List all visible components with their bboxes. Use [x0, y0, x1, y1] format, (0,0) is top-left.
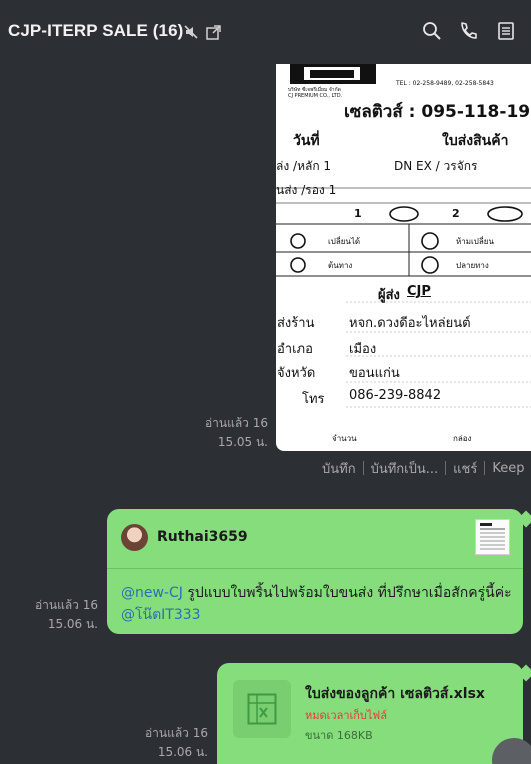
slip-shop-label: ส่งร้าน: [277, 316, 315, 331]
mention-link[interactable]: @new-CJ: [121, 585, 183, 601]
file-expired-status: หมดเวลาเก็บไฟล์: [305, 709, 387, 722]
save-as-button[interactable]: บันทึกเป็น...: [371, 458, 439, 479]
divider: [445, 461, 447, 475]
file-read-meta: อ่านแล้ว 16 15.06 น.: [145, 724, 208, 762]
read-count: อ่านแล้ว 16: [144, 726, 208, 740]
timestamp: 15.06 น.: [157, 745, 208, 759]
slip-tel: TEL : 02-258-9489, 02-258-5843: [396, 80, 494, 87]
read-count: อ่านแล้ว 16: [204, 416, 268, 430]
slip-count-1: 1: [354, 207, 362, 220]
divider: [362, 461, 364, 475]
slip-date-label: วันที่: [293, 133, 320, 149]
popout-icon[interactable]: [202, 21, 224, 43]
slip-count-2: 2: [452, 207, 460, 220]
mention-link[interactable]: @โน๊ตIT333: [121, 607, 201, 623]
slip-main-route-label: ล่ง /หลัก 1: [276, 159, 332, 173]
slip-opt-origin: ต้นทาง: [328, 261, 353, 270]
slip-brand-en: CJ PREMIUM CO., LTD.: [288, 93, 343, 99]
slip-district-label: อำเภอ: [277, 342, 313, 357]
slip-sales-line: เซลติวส์ : 095-118-199: [344, 102, 531, 122]
slip-district-value: เมือง: [349, 342, 377, 357]
timestamp: 15.05 น.: [217, 435, 268, 449]
slip-doc-title: ใบส่งสินค้า: [442, 133, 509, 149]
search-icon[interactable]: [421, 20, 443, 42]
slip-sender-label: ผู้ส่ง: [378, 288, 400, 303]
slip-phone-value: 086-239-8842: [349, 388, 442, 403]
slip-unit-label: กล่อง: [453, 434, 472, 443]
file-size: ขนาด 168KB: [305, 729, 373, 742]
reply-quote[interactable]: Ruthai3659: [107, 509, 523, 569]
chat-header: CJP-ITERP SALE (16): [0, 0, 531, 62]
image-message[interactable]: TEL : 02-258-9489, 02-258-5843 บริษัท ซี…: [276, 64, 531, 451]
mute-icon[interactable]: [180, 21, 202, 43]
save-button[interactable]: บันทึก: [322, 458, 356, 479]
file-name[interactable]: ใบส่งของลูกค้า เซลติวส์.xlsx: [305, 683, 485, 705]
share-button[interactable]: แชร์: [453, 458, 477, 479]
slip-sub-route-label: นส่ง /รอง 1: [276, 183, 337, 197]
slip-phone-label: โทร: [302, 392, 325, 407]
notes-icon[interactable]: [495, 20, 517, 42]
slip-opt-destination: ปลายทาง: [456, 261, 489, 270]
chat-title[interactable]: CJP-ITERP SALE (16): [8, 21, 183, 41]
reply-read-meta: อ่านแล้ว 16 15.06 น.: [35, 596, 98, 634]
slip-shop-value: หจก.ดวงดีอะไหล่ยนต์: [349, 316, 471, 331]
excel-file-icon[interactable]: [233, 680, 291, 738]
divider: [484, 461, 486, 475]
timestamp: 15.06 น.: [47, 617, 98, 631]
thumbnail-image-icon: [480, 523, 505, 550]
read-count: อ่านแล้ว 16: [34, 598, 98, 612]
call-icon[interactable]: [457, 20, 479, 42]
message-text: @new-CJ รูปแบบใบพริ้นไปพร้อมใบขนส่ง ที่ป…: [121, 582, 517, 626]
slip-qty-label: จำนวน: [332, 434, 357, 443]
image-action-bar: บันทึก บันทึกเป็น... แชร์ Keep: [322, 458, 524, 478]
file-message-bubble[interactable]: ใบส่งของลูกค้า เซลติวส์.xlsx หมดเวลาเก็บ…: [217, 663, 523, 764]
slip-sender-value: CJP: [407, 284, 431, 299]
slip-opt-exchangeable: เปลี่ยนได้: [328, 237, 361, 246]
image-read-meta: อ่านแล้ว 16 15.05 น.: [205, 414, 268, 452]
slip-main-route-value: DN EX / วรจักร: [394, 159, 478, 173]
slip-province-value: ขอนแก่น: [349, 366, 400, 381]
avatar[interactable]: [121, 524, 148, 551]
slip-province-label: จังหวัด: [277, 366, 316, 381]
quoted-image-thumbnail[interactable]: [475, 519, 510, 555]
message-body: รูปแบบใบพริ้นไปพร้อมใบขนส่ง ที่ปรึกษาเมื…: [182, 585, 512, 601]
reply-message-bubble[interactable]: Ruthai3659 @new-CJ รูปแบบใบพริ้นไปพร้อมใ…: [107, 509, 523, 634]
keep-button[interactable]: Keep: [492, 461, 524, 476]
slip-opt-no-exchange: ห้ามเปลี่ยน: [456, 237, 494, 246]
reply-sender-name: Ruthai3659: [157, 529, 248, 545]
